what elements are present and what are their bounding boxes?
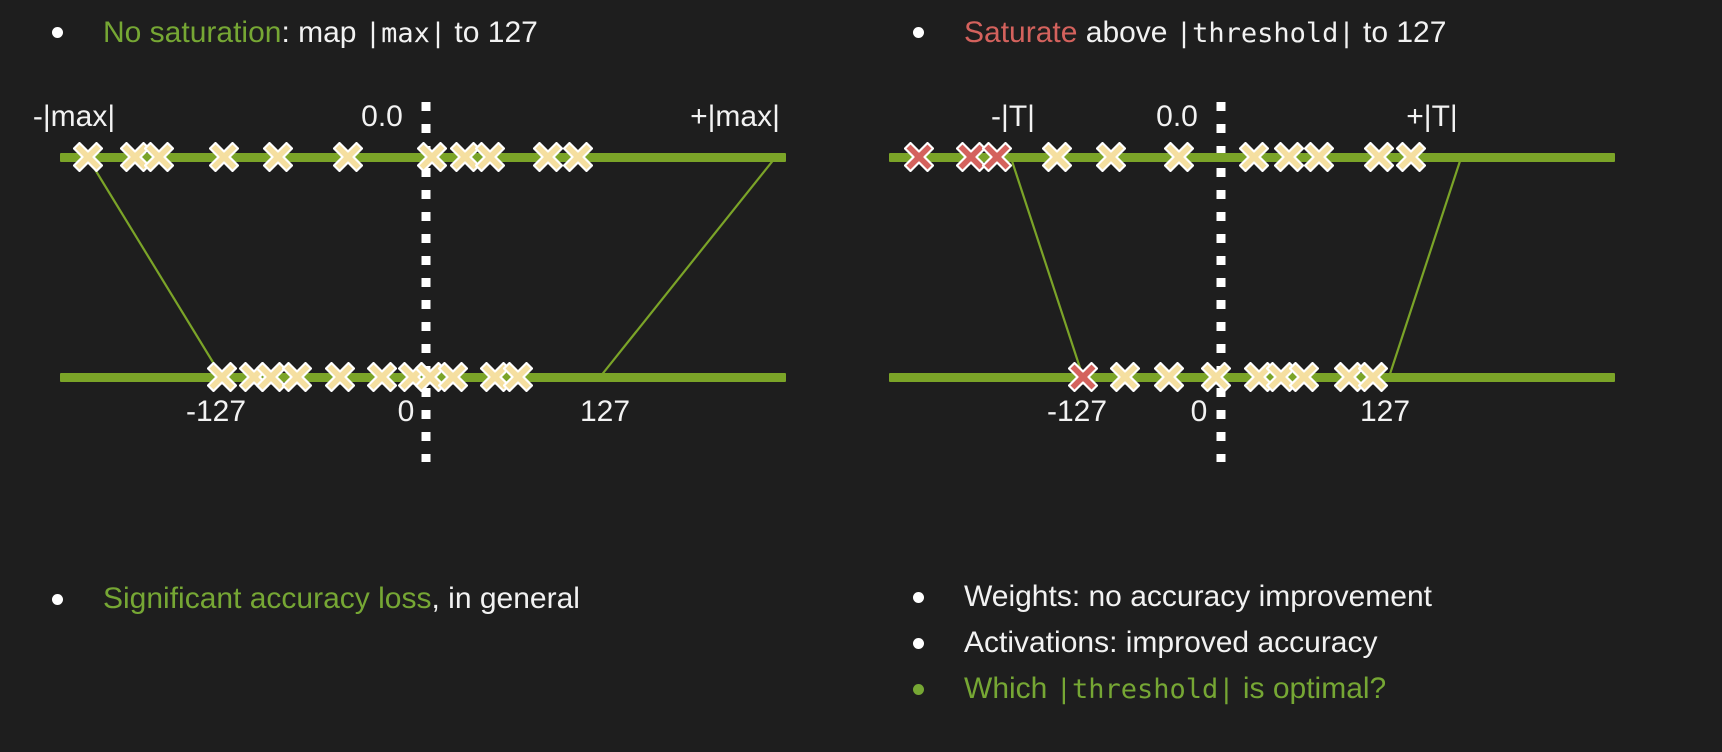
marker-normal (1364, 142, 1394, 172)
right-top-axis-right-label: +|T| (1406, 100, 1458, 133)
bullet-dot-icon (913, 27, 924, 38)
left-conclusion-emphasis: Significant accuracy loss (103, 582, 432, 615)
marker-normal (367, 362, 397, 392)
left-heading-rest-a: : map (281, 16, 365, 49)
left-heading-emphasis: No saturation (103, 16, 282, 49)
marker-normal (563, 142, 593, 172)
left-bottom-axis-center-label: 0 (397, 395, 415, 428)
right-heading-rest-b: to 127 (1354, 16, 1447, 49)
right-top-axis-left-label: -|T| (991, 100, 1035, 133)
left-conclusion-list: Significant accuracy loss, in general (52, 580, 580, 618)
marker-normal (1396, 142, 1426, 172)
right-bottom-axis-right-label: 127 (1359, 395, 1411, 428)
left-heading-code: |max| (364, 18, 447, 49)
bullet-dot-icon (913, 684, 924, 695)
marker-normal (325, 362, 355, 392)
panel-no-saturation: No saturation: map |max| to 127 -|max| 0… (0, 0, 861, 752)
marker-normal (144, 142, 174, 172)
right-conclusion-0: Weights: no accuracy improvement (964, 580, 1432, 613)
marker-normal (533, 142, 563, 172)
marker-saturated (982, 142, 1012, 172)
marker-normal (1304, 142, 1334, 172)
right-heading: Saturate above |threshold| to 127 (913, 14, 1446, 53)
right-heading-rest-a: above (1077, 16, 1176, 49)
right-bottom-axis-left-label: -127 (1046, 395, 1108, 428)
left-heading: No saturation: map |max| to 127 (52, 14, 538, 53)
right-conclusion-2-code: |threshold| (1055, 674, 1235, 705)
right-heading-code: |threshold| (1175, 18, 1355, 49)
left-heading-text: No saturation: map |max| to 127 (103, 14, 538, 53)
right-bottom-axis-center-label: 0 (1190, 395, 1208, 428)
marker-saturated (904, 142, 934, 172)
marker-normal (1110, 362, 1140, 392)
left-top-axis-center-label: 0.0 (361, 100, 403, 133)
marker-normal (438, 362, 468, 392)
marker-normal (1096, 142, 1126, 172)
marker-normal (282, 362, 312, 392)
marker-normal (1164, 142, 1194, 172)
list-item: Activations: improved accuracy (913, 624, 1432, 662)
list-item: Weights: no accuracy improvement (913, 578, 1432, 616)
marker-normal (1154, 362, 1184, 392)
right-heading-emphasis: Saturate (964, 16, 1078, 49)
bullet-dot-icon (52, 594, 63, 605)
left-top-axis-left-label: -|max| (32, 100, 116, 133)
marker-normal (503, 362, 533, 392)
bullet-dot-icon (913, 592, 924, 603)
marker-normal (333, 142, 363, 172)
left-diagram: -|max| 0.0 +|max| -127 0 127 (0, 82, 861, 462)
marker-normal (207, 362, 237, 392)
left-bottom-axis-left-label: -127 (185, 395, 247, 428)
left-conclusion-text: Significant accuracy loss, in general (103, 580, 580, 618)
marker-normal (475, 142, 505, 172)
right-top-axis-center-label: 0.0 (1156, 100, 1198, 133)
marker-normal (417, 142, 447, 172)
marker-normal (263, 142, 293, 172)
marker-normal (1358, 362, 1388, 392)
right-conclusion-1: Activations: improved accuracy (964, 626, 1378, 659)
list-item: Significant accuracy loss, in general (52, 580, 580, 618)
right-heading-text: Saturate above |threshold| to 127 (964, 14, 1446, 53)
marker-normal (1289, 362, 1319, 392)
bullet-dot-icon (52, 27, 63, 38)
right-conclusion-2-post: is optimal? (1234, 672, 1387, 705)
list-item: Which |threshold| is optimal? (913, 670, 1432, 709)
panel-saturate: Saturate above |threshold| to 127 -|T| 0… (861, 0, 1722, 752)
left-bottom-axis-right-label: 127 (579, 395, 631, 428)
bullet-dot-icon (913, 638, 924, 649)
marker-normal (209, 142, 239, 172)
marker-normal (1274, 142, 1304, 172)
marker-normal (1042, 142, 1072, 172)
left-conclusion-rest: , in general (431, 582, 580, 615)
right-conclusion-2: Which |threshold| is optimal? (964, 670, 1386, 709)
left-heading-rest-b: to 127 (446, 16, 538, 49)
marker-normal (1239, 142, 1269, 172)
right-diagram: -|T| 0.0 +|T| -127 0 127 (861, 82, 1722, 462)
marker-normal (73, 142, 103, 172)
marker-saturated (1068, 362, 1098, 392)
right-conclusion-list: Weights: no accuracy improvement Activat… (913, 578, 1432, 709)
marker-normal (1201, 362, 1231, 392)
right-conclusion-2-pre: Which (964, 672, 1056, 705)
left-top-axis-right-label: +|max| (690, 100, 780, 133)
